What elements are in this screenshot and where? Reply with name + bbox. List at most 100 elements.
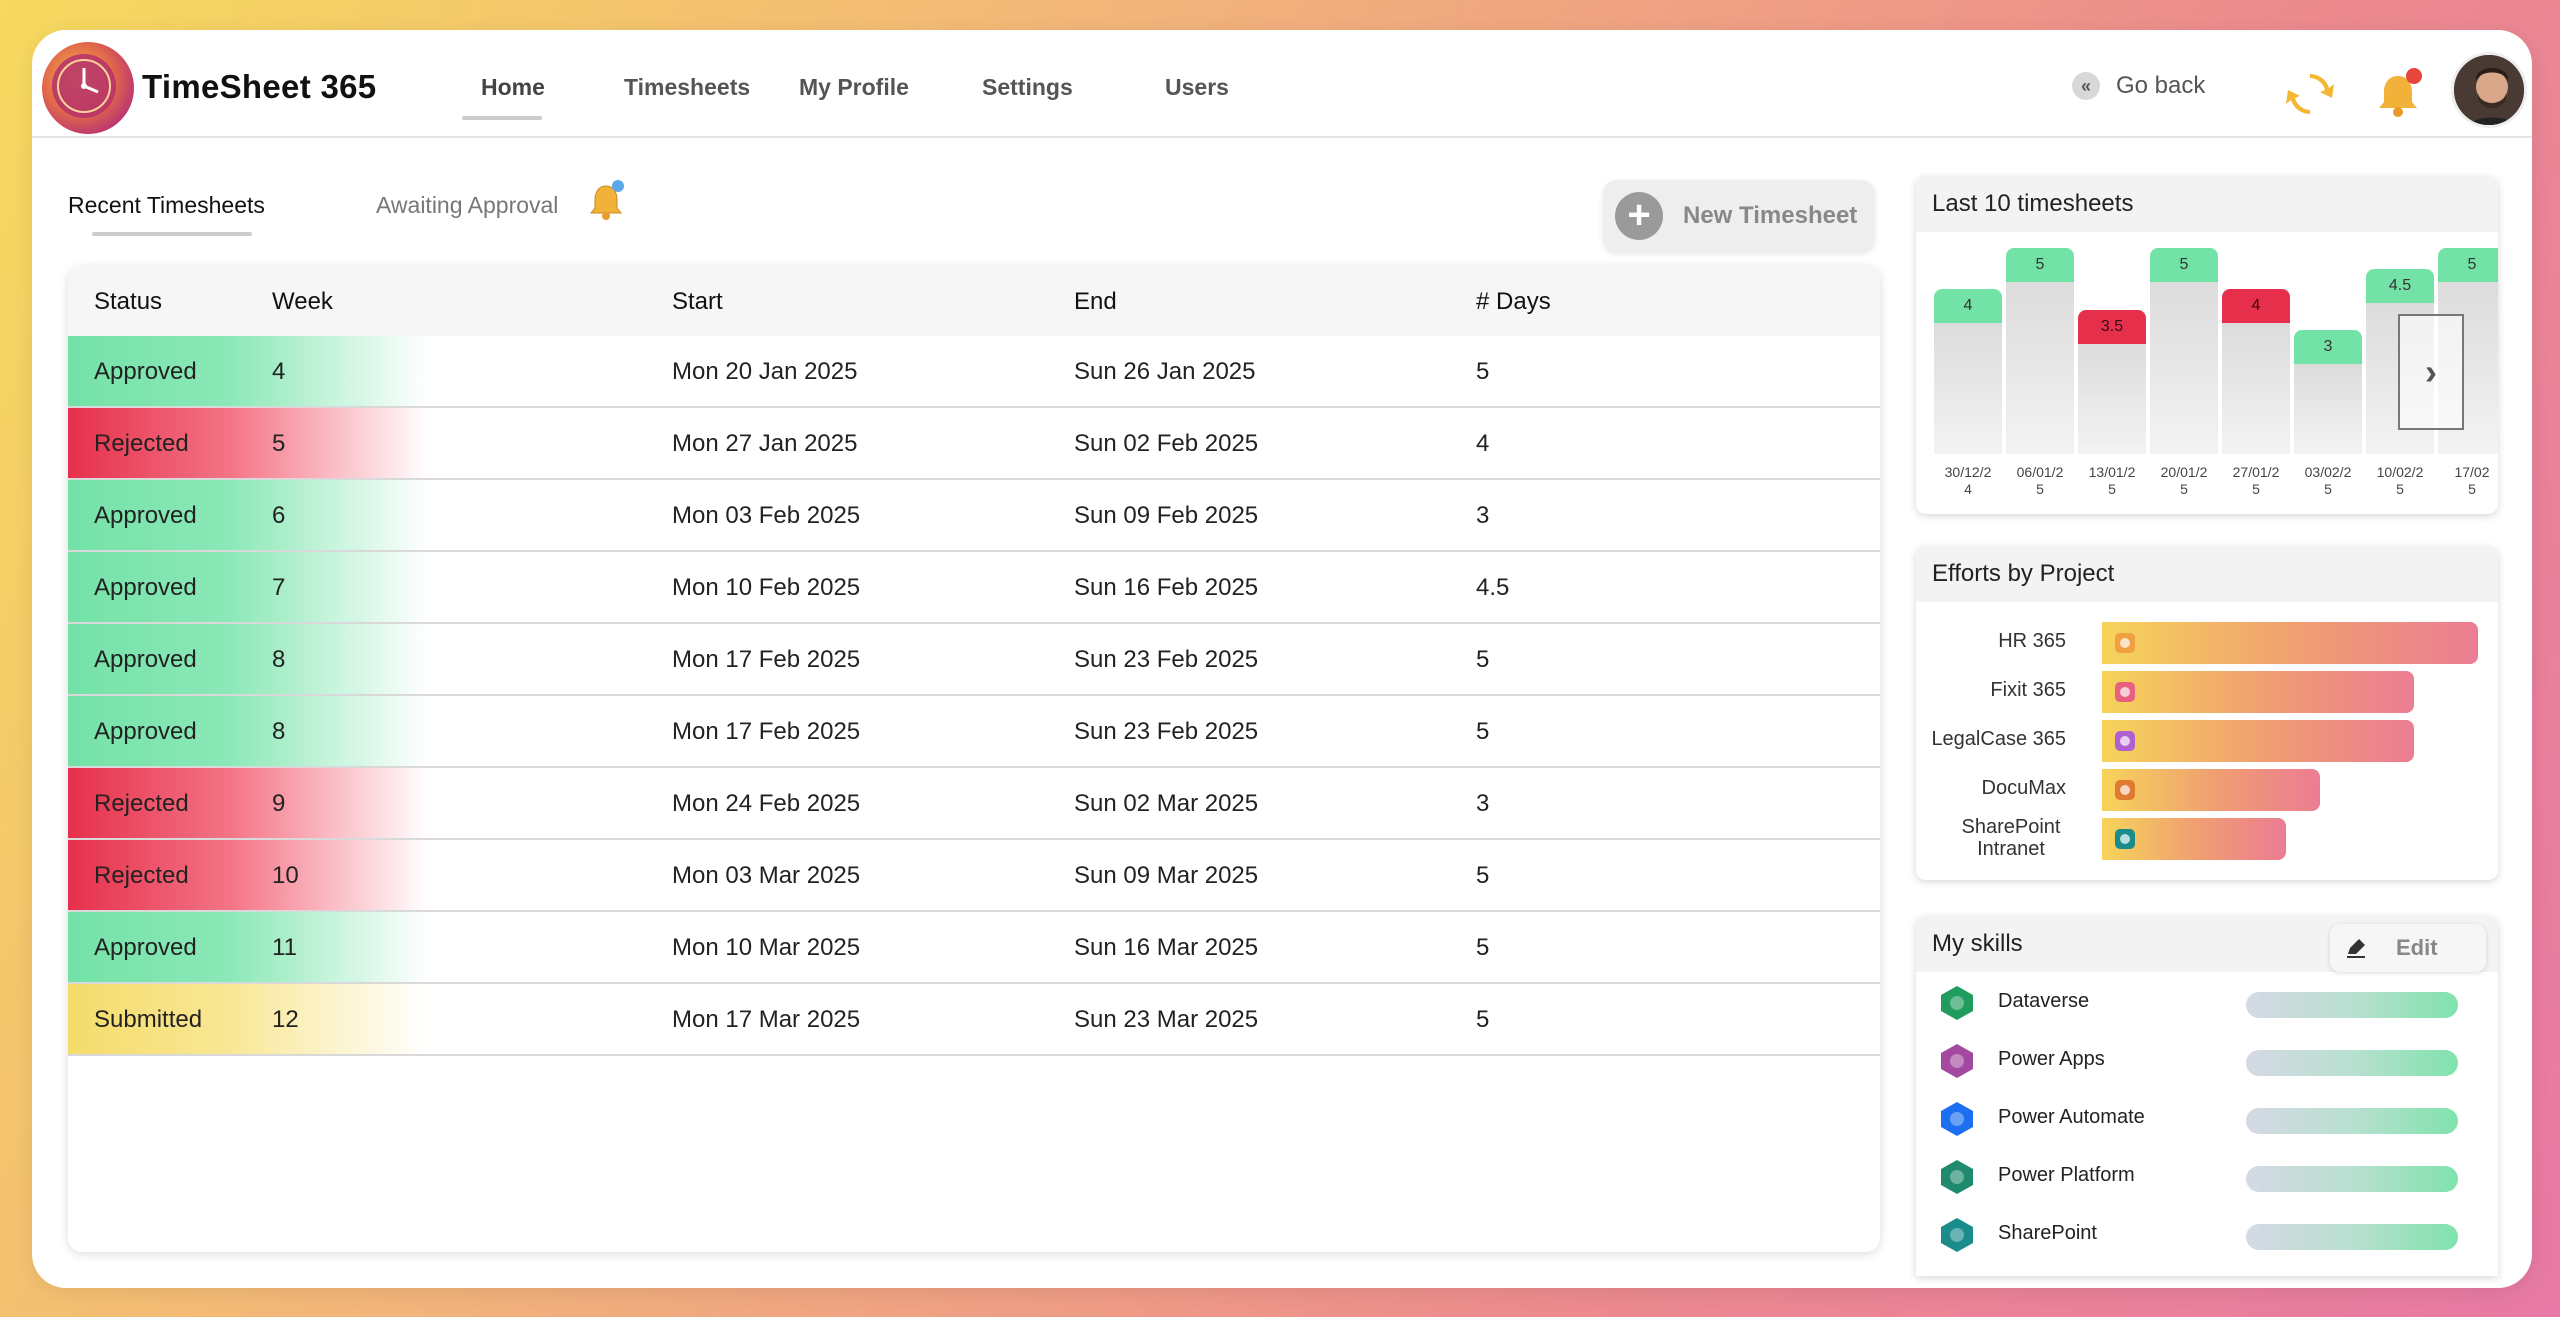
table-row[interactable]: Approved 6 Mon 03 Feb 2025 Sun 09 Feb 2025 3 <box>68 480 1880 552</box>
table-row[interactable]: Submitted 12 Mon 17 Mar 2025 Sun 23 Mar 202… <box>68 984 1880 1056</box>
bar-fill <box>2078 344 2146 454</box>
timesheet-bar[interactable]: 5 <box>2006 248 2074 454</box>
table-row[interactable]: Approved 8 Mon 17 Feb 2025 Sun 23 Feb 2025 5 <box>68 624 1880 696</box>
user-avatar[interactable] <box>2451 52 2527 128</box>
timesheet-bar[interactable]: 3.5 <box>2078 310 2146 454</box>
cell-start: Mon 17 Feb 2025 <box>672 646 861 673</box>
awaiting-bell-icon <box>586 178 626 224</box>
bar-date-line-1: 03/02/2 <box>2304 464 2352 480</box>
go-back-label: Go back <box>2116 72 2206 99</box>
chart-next-button[interactable]: › <box>2398 314 2464 430</box>
bar-date-line-1: 10/02/2 <box>2376 464 2424 480</box>
header-days[interactable]: # Days <box>1476 288 1551 316</box>
bar-fill <box>2294 364 2362 454</box>
skill-name: Power Automate <box>1998 1106 2145 1128</box>
header-week[interactable]: Week <box>272 288 333 316</box>
cell-start: Mon 10 Feb 2025 <box>672 574 861 601</box>
bar-date-label: 27/01/2 5 <box>2222 464 2290 498</box>
nav-users[interactable]: Users <box>1165 74 1229 101</box>
timesheet-bar[interactable]: 4 <box>2222 289 2290 454</box>
cell-end: Sun 16 Mar 2025 <box>1074 934 1259 961</box>
go-back-button[interactable]: « Go back <box>2072 72 2205 100</box>
skill-name: Dataverse <box>1998 990 2090 1012</box>
project-effort-bar <box>2102 671 2414 713</box>
double-chevron-left-icon: « <box>2072 72 2100 100</box>
timesheet-bar[interactable]: 3 <box>2294 330 2362 454</box>
bar-value-label: 4 <box>1934 289 2002 323</box>
bar-date-line-1: 27/01/2 <box>2232 464 2280 480</box>
refresh-icon[interactable] <box>2282 66 2338 122</box>
tab-awaiting-approval[interactable]: Awaiting Approval <box>376 192 558 219</box>
table-header: Status Week Start End # Days <box>68 266 1880 336</box>
cell-status: Approved <box>94 574 197 601</box>
table-row[interactable]: Approved 7 Mon 10 Feb 2025 Sun 16 Feb 2025 4… <box>68 552 1880 624</box>
top-header: TimeSheet 365 Home Timesheets My Profile… <box>32 30 2532 138</box>
plus-icon: + <box>1615 192 1663 240</box>
project-row[interactable]: LegalCase 365 <box>1916 720 2498 762</box>
table-row[interactable]: Approved 11 Mon 10 Mar 2025 Sun 16 Mar 2025… <box>68 912 1880 984</box>
cell-status: Rejected <box>94 790 189 817</box>
cell-week: 11 <box>272 934 297 961</box>
hr-365-icon <box>2112 630 2138 656</box>
skill-level-bar <box>2246 1108 2458 1134</box>
bar-value-label: 3 <box>2294 330 2362 364</box>
power-automate-icon <box>1936 1098 1978 1140</box>
header-status[interactable]: Status <box>94 288 162 316</box>
cell-start: Mon 24 Feb 2025 <box>672 790 861 817</box>
project-row[interactable]: SharePoint Intranet <box>1916 816 2498 860</box>
table-row[interactable]: Rejected 10 Mon 03 Mar 2025 Sun 09 Mar 2025… <box>68 840 1880 912</box>
edit-label: Edit <box>2396 935 2438 960</box>
cell-end: Sun 23 Feb 2025 <box>1074 646 1259 673</box>
project-name: DocuMax <box>1981 777 2066 799</box>
nav-home[interactable]: Home <box>481 74 545 101</box>
bar-date-label: 20/01/2 5 <box>2150 464 2218 498</box>
nav-timesheets[interactable]: Timesheets <box>624 74 750 101</box>
table-row[interactable]: Approved 8 Mon 17 Feb 2025 Sun 23 Feb 2025 5 <box>68 696 1880 768</box>
cell-start: Mon 03 Mar 2025 <box>672 862 861 889</box>
skill-level-bar <box>2246 1224 2458 1250</box>
project-name: Fixit 365 <box>1990 679 2066 701</box>
cell-week: 8 <box>272 646 286 673</box>
legalcase-365-icon <box>2112 728 2138 754</box>
bar-date-label: 17/02 5 <box>2438 464 2498 498</box>
skill-name: Power Apps <box>1998 1048 2105 1070</box>
skills-list: Dataverse Power Apps Power Automate Power P… <box>1916 976 2498 1276</box>
project-row[interactable]: Fixit 365 <box>1916 671 2498 713</box>
project-row[interactable]: DocuMax <box>1916 769 2498 811</box>
bar-date-line-2: 5 <box>2396 481 2404 497</box>
table-row[interactable]: Rejected 5 Mon 27 Jan 2025 Sun 02 Feb 2025 4 <box>68 408 1880 480</box>
nav-settings[interactable]: Settings <box>982 74 1073 101</box>
cell-days: 4.5 <box>1476 574 1510 601</box>
nav-my-profile[interactable]: My Profile <box>799 74 909 101</box>
header-start[interactable]: Start <box>672 288 723 316</box>
project-effort-bar <box>2102 622 2478 664</box>
skill-name: SharePoint <box>1998 1222 2097 1244</box>
header-end[interactable]: End <box>1074 288 1117 316</box>
table-row[interactable]: Approved 4 Mon 20 Jan 2025 Sun 26 Jan 2025 5 <box>68 336 1880 408</box>
tab-recent-timesheets[interactable]: Recent Timesheets <box>68 192 265 219</box>
bar-date-line-1: 17/02 <box>2454 464 2490 480</box>
pencil-icon <box>2347 939 2365 958</box>
cell-week: 12 <box>272 1006 299 1033</box>
project-name: SharePoint Intranet <box>1961 816 2061 860</box>
edit-skills-button[interactable]: Edit <box>2330 924 2486 972</box>
cell-days: 3 <box>1476 790 1490 817</box>
timesheet-bar[interactable]: 4 <box>1934 289 2002 454</box>
notification-bell-icon[interactable] <box>2370 66 2426 122</box>
bar-date-line-1: 13/01/2 <box>2088 464 2136 480</box>
timesheet-bar[interactable]: 5 <box>2150 248 2218 454</box>
bar-fill <box>2222 323 2290 454</box>
cell-days: 5 <box>1476 934 1490 961</box>
skill-row: Power Platform <box>1916 1150 2498 1200</box>
bar-value-label: 5 <box>2438 248 2498 282</box>
table-row[interactable]: Rejected 9 Mon 24 Feb 2025 Sun 02 Mar 2025 3 <box>68 768 1880 840</box>
project-row[interactable]: HR 365 <box>1916 622 2498 664</box>
new-timesheet-button[interactable]: + New Timesheet <box>1603 180 1875 252</box>
cell-days: 4 <box>1476 430 1490 457</box>
skill-level-bar <box>2246 992 2458 1018</box>
project-effort-bar <box>2102 720 2414 762</box>
timesheets-table: Status Week Start End # Days Approved 4 Mo… <box>68 266 1880 1252</box>
cell-status: Submitted <box>94 1006 203 1033</box>
tab-active-indicator <box>92 232 252 236</box>
bar-date-line-1: 20/01/2 <box>2160 464 2208 480</box>
